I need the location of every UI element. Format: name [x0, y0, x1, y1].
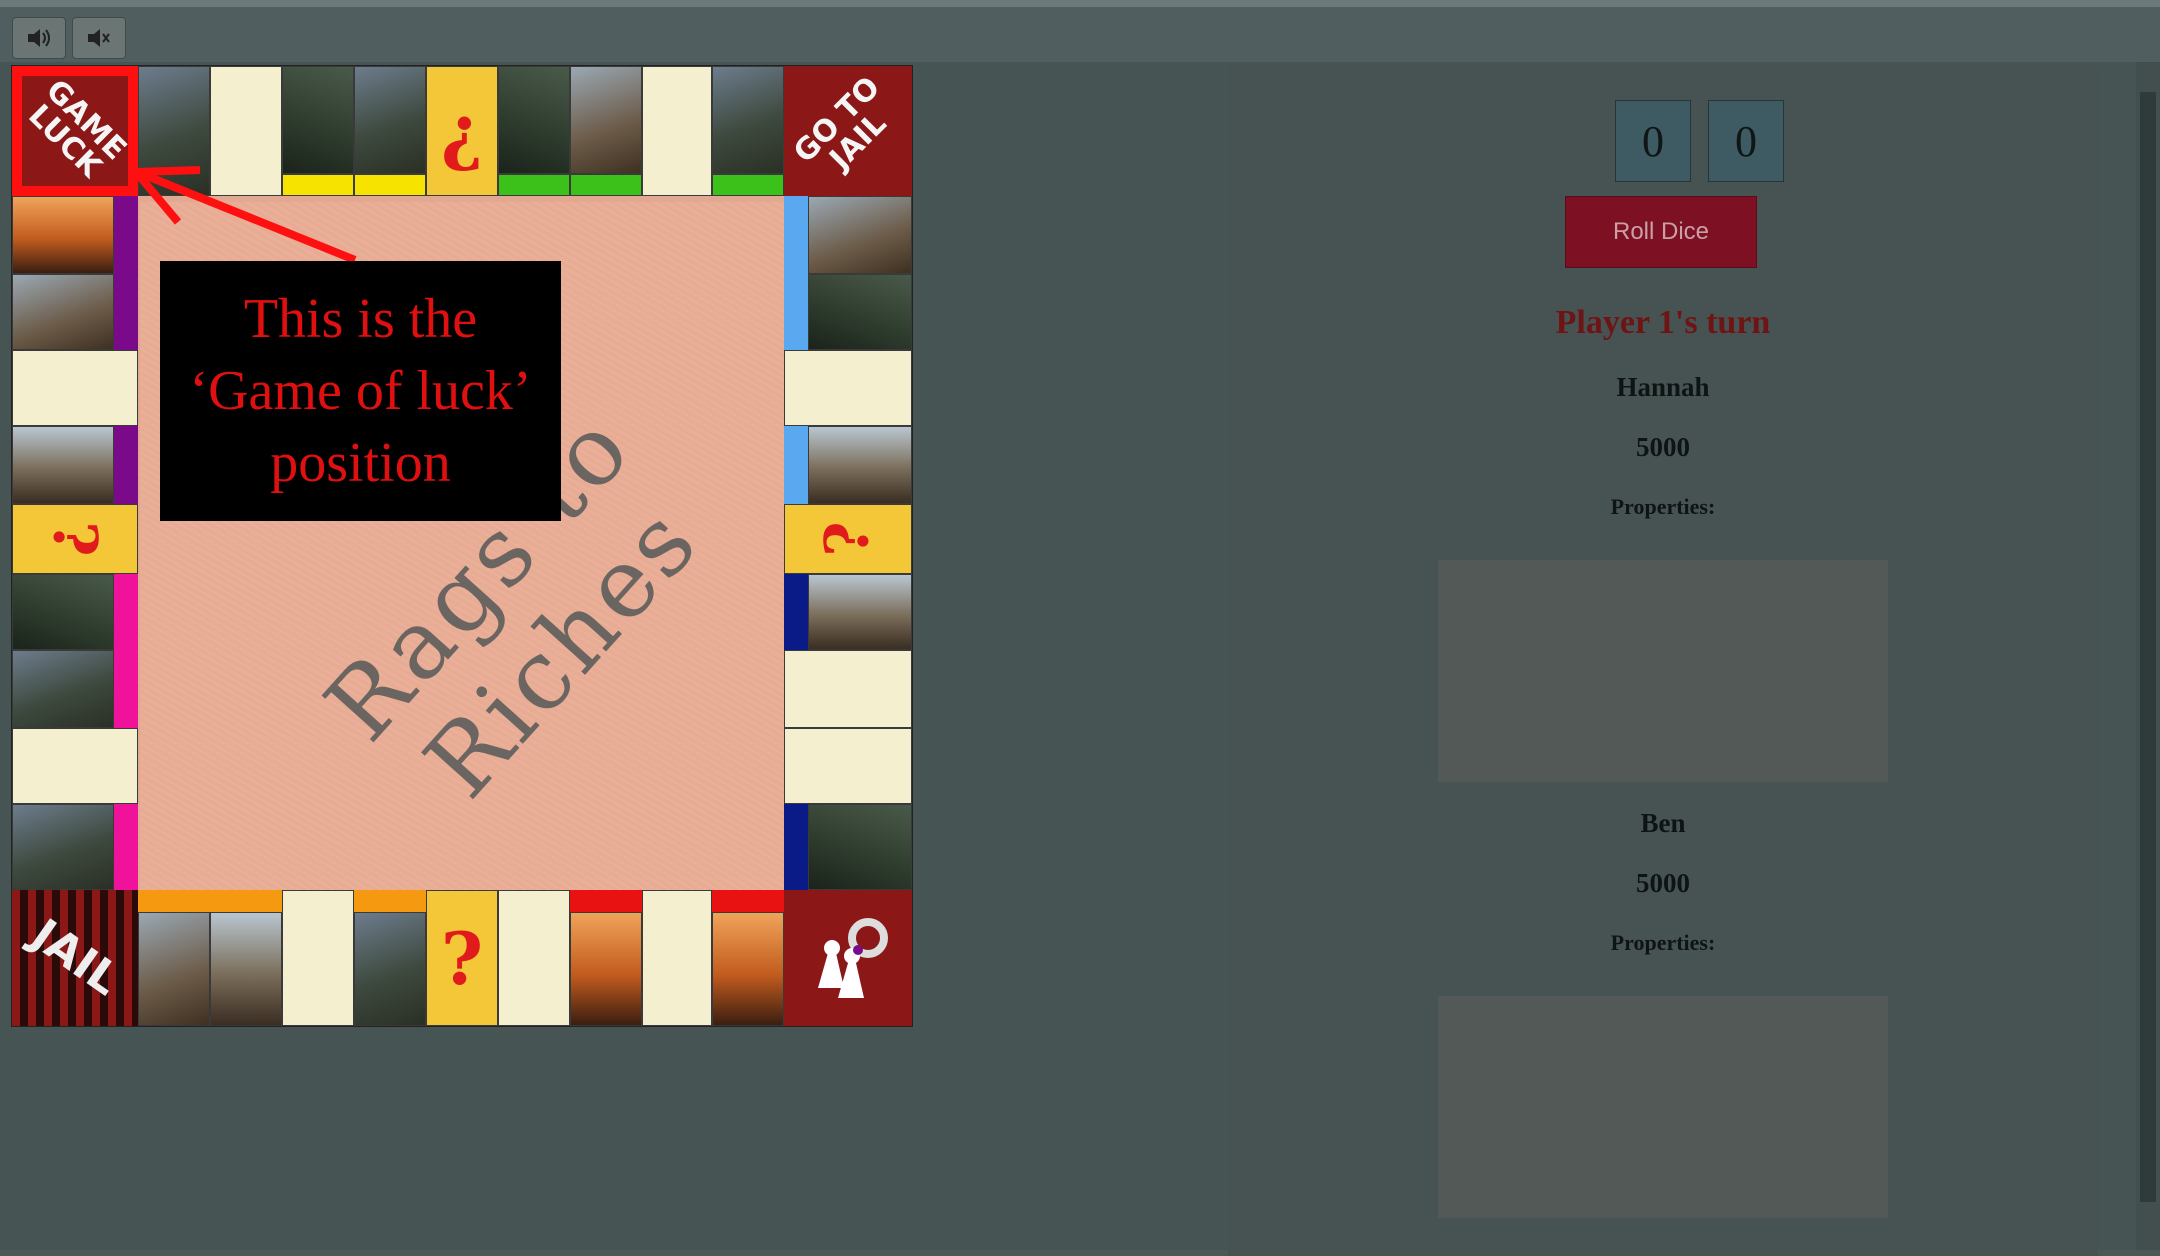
property-cell[interactable] [12, 574, 114, 650]
property-cell[interactable] [808, 574, 912, 650]
color-band-pink [114, 574, 138, 650]
color-band-green [498, 174, 570, 196]
color-band-light-blue [784, 196, 808, 274]
color-band-light-blue [784, 274, 808, 350]
annotation-callout: This is the ‘Game of luck’ position [160, 261, 561, 521]
turn-indicator: Player 1's turn [1555, 304, 1771, 341]
property-cell[interactable] [12, 274, 114, 350]
color-band-pink [114, 650, 138, 728]
chance-cell[interactable] [642, 66, 712, 196]
property-cell[interactable] [138, 66, 210, 196]
player-1-money: 5000 [1636, 432, 1690, 462]
property-cell[interactable] [712, 66, 784, 174]
player-1-properties-list [1438, 560, 1888, 782]
question-cell-top[interactable]: ¿ [426, 66, 498, 196]
property-cell[interactable] [712, 912, 784, 1026]
question-cell-right[interactable]: ? [784, 504, 912, 574]
player-tokens-icon [818, 918, 888, 998]
property-cell[interactable] [282, 66, 354, 174]
die-2: 0 [1708, 100, 1784, 182]
color-band-orange [138, 890, 210, 912]
property-cell[interactable] [12, 196, 114, 274]
mute-icon [88, 29, 110, 47]
sound-off-button[interactable] [72, 17, 126, 59]
chance-cell[interactable] [784, 728, 912, 804]
color-band-navy [784, 804, 808, 890]
go-to-jail-corner[interactable]: GO TO JAIL [784, 66, 912, 196]
chance-cell[interactable] [642, 890, 712, 1026]
die-1: 0 [1615, 100, 1691, 182]
speaker-icon [28, 29, 50, 47]
player-2-properties-list [1438, 996, 1888, 1218]
player-1-properties-label: Properties: [1610, 494, 1716, 519]
question-cell-left[interactable]: ? [12, 504, 138, 574]
property-cell[interactable] [138, 912, 210, 1026]
property-cell[interactable] [808, 274, 912, 350]
color-band-yellow [354, 174, 426, 196]
question-mark-icon: ? [440, 915, 484, 1001]
color-band-green [570, 174, 642, 196]
question-mark-icon: ? [40, 521, 110, 557]
chance-cell[interactable] [12, 728, 138, 804]
game-board: GAME LUCK GO TO JAIL JAIL ¿ ? ? ? Rags t… [12, 66, 912, 1026]
color-band-purple [114, 274, 138, 350]
color-band-red [570, 890, 642, 912]
player-1-name: Hannah [1616, 372, 1710, 402]
property-cell[interactable] [12, 426, 114, 504]
page-scrollbar[interactable] [2136, 62, 2160, 1250]
player-2-money: 5000 [1636, 868, 1690, 898]
color-band-purple [114, 196, 138, 274]
player-2-properties-label: Properties: [1610, 930, 1716, 955]
property-cell[interactable] [570, 912, 642, 1026]
color-band-purple [114, 426, 138, 504]
property-cell[interactable] [498, 66, 570, 174]
question-cell-bottom[interactable]: ? [426, 890, 498, 1026]
question-mark-icon: ? [813, 521, 883, 557]
chance-cell[interactable] [784, 650, 912, 728]
jail-corner[interactable]: JAIL [12, 890, 138, 1026]
annotation-line-3: position [270, 432, 451, 494]
toolbar [0, 0, 2160, 62]
question-mark-icon: ¿ [440, 88, 484, 174]
player-panel: 0 0 Roll Dice Player 1's turn Hannah 500… [1228, 66, 2098, 1256]
sound-on-button[interactable] [12, 17, 66, 59]
color-band-navy [784, 574, 808, 650]
property-cell[interactable] [808, 804, 912, 890]
chance-cell[interactable] [498, 890, 570, 1026]
color-band-green [712, 174, 784, 196]
go-to-jail-label: GO TO JAIL [786, 70, 894, 177]
property-cell[interactable] [808, 196, 912, 274]
property-cell[interactable] [354, 66, 426, 174]
jail-label: JAIL [21, 909, 129, 1006]
player-2-name: Ben [1640, 808, 1686, 838]
color-band-yellow [282, 174, 354, 196]
scrollbar-thumb[interactable] [2140, 92, 2156, 1202]
chance-cell[interactable] [210, 66, 282, 196]
chance-cell[interactable] [12, 350, 138, 426]
property-cell[interactable] [210, 912, 282, 1026]
property-cell[interactable] [12, 804, 114, 890]
game-luck-highlight [12, 66, 138, 196]
color-band-orange [210, 890, 282, 912]
annotation-line-1: This is the [243, 288, 478, 350]
roll-dice-button[interactable]: Roll Dice [1565, 196, 1757, 268]
color-band-pink [114, 804, 138, 890]
annotation-line-2: ‘Game of luck’ [189, 360, 532, 422]
color-band-red [712, 890, 784, 912]
property-cell[interactable] [12, 650, 114, 728]
property-cell[interactable] [570, 66, 642, 174]
go-corner[interactable] [784, 890, 912, 1026]
